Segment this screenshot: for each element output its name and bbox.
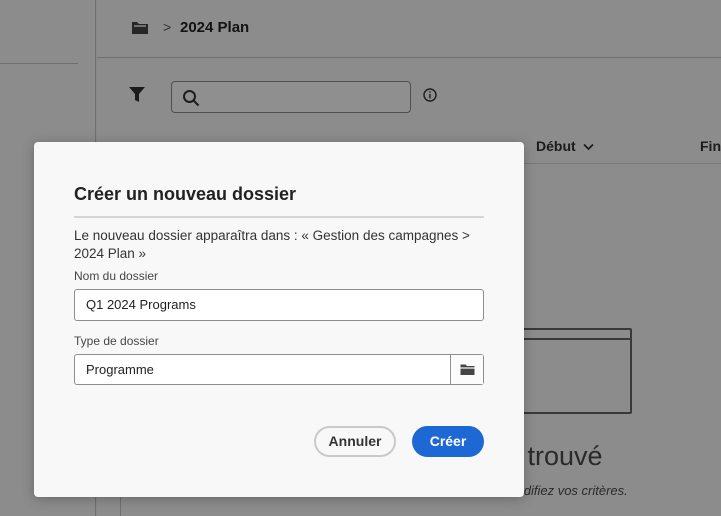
folder-name-label: Nom du dossier: [74, 269, 159, 283]
cancel-button[interactable]: Annuler: [314, 426, 396, 457]
folder-type-label: Type de dossier: [74, 334, 159, 348]
create-folder-dialog: Créer un nouveau dossier Le nouveau doss…: [34, 142, 524, 497]
folder-type-browse-button[interactable]: [450, 355, 483, 384]
dialog-description: Le nouveau dossier apparaîtra dans : « G…: [74, 228, 470, 261]
folder-name-input[interactable]: Q1 2024 Programs: [74, 289, 484, 321]
folder-icon: [460, 364, 475, 375]
create-button[interactable]: Créer: [412, 426, 484, 457]
folder-type-value: Programme: [86, 362, 154, 377]
dialog-divider: [74, 216, 484, 218]
dialog-title: Créer un nouveau dossier: [74, 184, 297, 204]
folder-type-field[interactable]: Programme: [74, 354, 484, 385]
